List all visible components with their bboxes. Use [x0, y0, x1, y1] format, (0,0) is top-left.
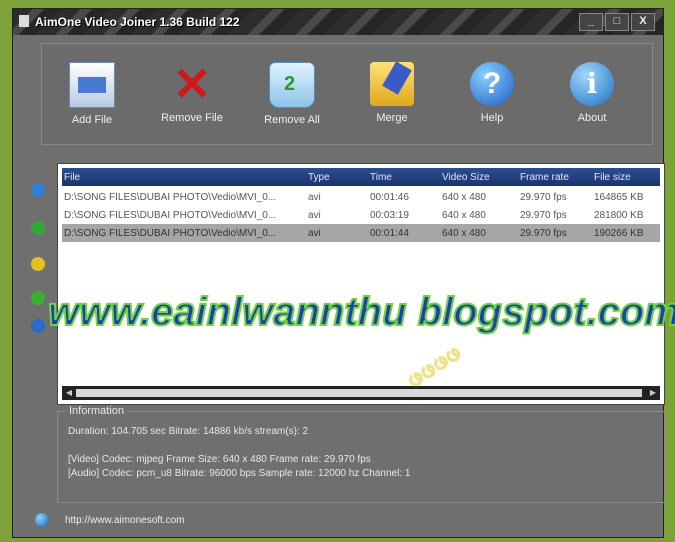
about-label: About [577, 112, 607, 124]
remove-file-icon: ✕ [172, 58, 212, 110]
column-type[interactable]: Type [308, 172, 358, 183]
about-button[interactable]: i About [548, 54, 636, 138]
info-video: [Video] Codec: mjpeg Frame Size: 640 x 4… [68, 454, 371, 465]
column-file-size[interactable]: File size [594, 172, 660, 183]
cell-type: avi [308, 210, 321, 221]
remove-all-button[interactable]: Remove All [248, 54, 336, 138]
help-icon: ? [470, 62, 514, 106]
merge-button[interactable]: Merge [348, 54, 436, 138]
app-window: AimOne Video Joiner 1.36 Build 122 _ □ X… [12, 8, 665, 538]
website-link[interactable]: http://www.aimonesoft.com [65, 515, 185, 526]
cell-time: 00:03:19 [370, 210, 409, 221]
status-bar: http://www.aimonesoft.com [13, 505, 663, 537]
help-label: Help [480, 112, 504, 124]
watermark-text: www.eainlwannthu blogspot.com [47, 289, 675, 335]
close-button[interactable]: X [631, 13, 655, 31]
information-panel: Information Duration: 104.705 sec Bitrat… [57, 405, 665, 503]
move-up-icon[interactable] [31, 183, 45, 197]
cell-file-size: 190266 KB [594, 228, 644, 239]
scroll-left-icon[interactable]: ◀ [64, 388, 74, 398]
cell-file-size: 164865 KB [594, 192, 644, 203]
about-icon: i [570, 62, 614, 106]
add-file-label: Add File [71, 114, 113, 126]
column-file[interactable]: File [64, 172, 294, 183]
refresh-icon[interactable] [31, 291, 45, 305]
scroll-right-icon[interactable]: ▶ [648, 388, 658, 398]
play-icon[interactable] [31, 221, 45, 235]
file-list-header: File Type Time Video Size Frame rate Fil… [62, 168, 660, 186]
column-time[interactable]: Time [370, 172, 440, 183]
merge-label: Merge [376, 112, 408, 124]
scroll-thumb[interactable] [76, 389, 642, 397]
column-video-size[interactable]: Video Size [442, 172, 512, 183]
help-button[interactable]: ? Help [448, 54, 536, 138]
cell-frame-rate: 29.970 fps [520, 228, 567, 239]
toolbar: Add File ✕ Remove File Remove All Merge … [41, 43, 653, 145]
cell-time: 00:01:46 [370, 192, 409, 203]
add-file-button[interactable]: Add File [48, 54, 136, 138]
cell-type: avi [308, 228, 321, 239]
cell-video-size: 640 x 480 [442, 210, 486, 221]
options-icon[interactable] [31, 257, 45, 271]
move-down-icon[interactable] [31, 319, 45, 333]
cell-time: 00:01:44 [370, 228, 409, 239]
cell-frame-rate: 29.970 fps [520, 192, 567, 203]
table-row-selected[interactable]: D:\SONG FILES\DUBAI PHOTO\Vedio\MVI_0...… [62, 224, 660, 242]
title-bar[interactable]: AimOne Video Joiner 1.36 Build 122 _ □ X [13, 9, 663, 35]
cell-video-size: 640 x 480 [442, 228, 486, 239]
cell-file: D:\SONG FILES\DUBAI PHOTO\Vedio\MVI_0... [64, 192, 277, 203]
info-duration: Duration: 104.705 sec Bitrate: 14886 kb/… [68, 426, 309, 437]
recycle-bin-icon [269, 62, 315, 108]
app-icon [19, 15, 29, 27]
remove-file-button[interactable]: ✕ Remove File [148, 54, 236, 138]
cell-file-size: 281800 KB [594, 210, 644, 221]
remove-file-label: Remove File [161, 112, 223, 124]
information-legend: Information [66, 405, 128, 417]
cell-frame-rate: 29.970 fps [520, 210, 567, 221]
merge-folder-icon [370, 62, 414, 106]
window-title: AimOne Video Joiner 1.36 Build 122 [35, 15, 240, 29]
globe-icon [35, 513, 49, 527]
column-frame-rate[interactable]: Frame rate [520, 172, 590, 183]
cell-video-size: 640 x 480 [442, 192, 486, 203]
cell-file: D:\SONG FILES\DUBAI PHOTO\Vedio\MVI_0... [64, 210, 277, 221]
info-audio: [Audio] Codec: pcm_u8 Bitrate: 96000 bps… [68, 468, 411, 479]
add-file-icon [69, 62, 115, 108]
photo-frame: AimOne Video Joiner 1.36 Build 122 _ □ X… [0, 0, 675, 542]
table-row[interactable]: D:\SONG FILES\DUBAI PHOTO\Vedio\MVI_0...… [62, 188, 660, 206]
file-list: File Type Time Video Size Frame rate Fil… [57, 163, 665, 405]
cell-type: avi [308, 192, 321, 203]
cell-file: D:\SONG FILES\DUBAI PHOTO\Vedio\MVI_0... [64, 228, 277, 239]
horizontal-scrollbar[interactable]: ◀ ▶ [62, 386, 660, 400]
minimize-button[interactable]: _ [579, 13, 603, 31]
table-row[interactable]: D:\SONG FILES\DUBAI PHOTO\Vedio\MVI_0...… [62, 206, 660, 224]
remove-all-label: Remove All [264, 114, 320, 126]
maximize-button[interactable]: □ [605, 13, 629, 31]
